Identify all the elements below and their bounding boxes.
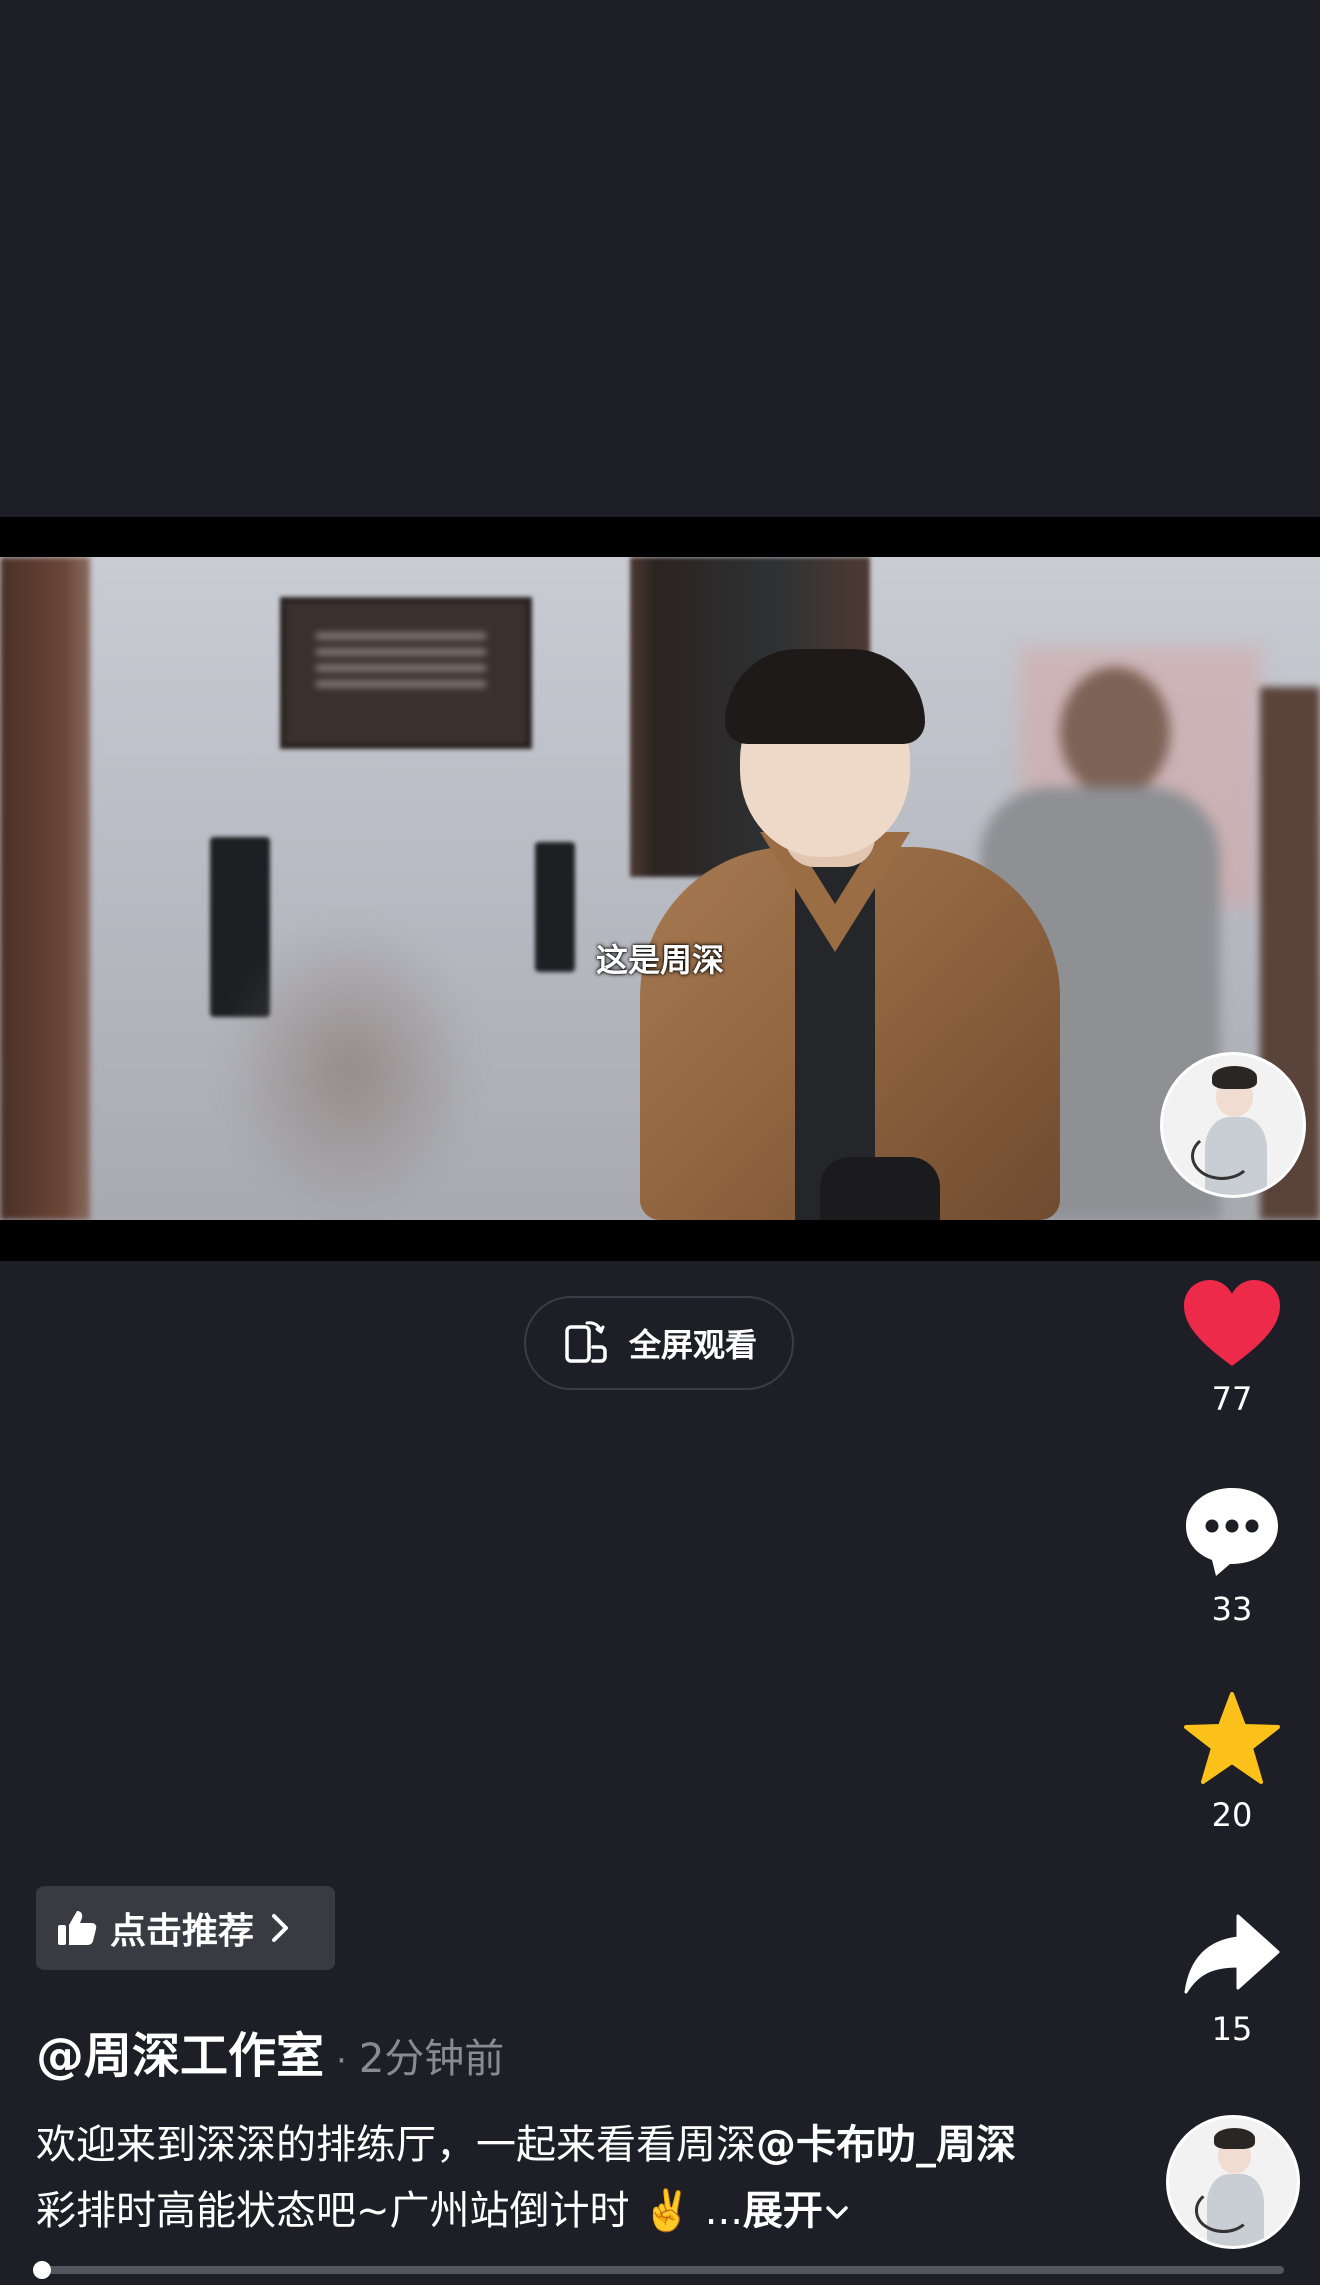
caption-ellipsis: ... (704, 2188, 743, 2234)
thumbs-up-icon (58, 1911, 97, 1945)
recommend-button[interactable]: 点击推荐 (36, 1886, 335, 1970)
mention-link[interactable]: @卡布叻_周深 (756, 2122, 1016, 2168)
fullscreen-button[interactable]: 全屏观看 (524, 1296, 794, 1390)
share-arrow-icon (1184, 1914, 1280, 1994)
chevron-right-icon (272, 1914, 289, 1942)
comment-button[interactable]: 33 (1170, 1484, 1294, 1628)
caption-text: 欢迎来到深深的排练厅，一起来看看周深 (36, 2122, 756, 2168)
expand-label: 展开 (742, 2188, 823, 2234)
author-name[interactable]: @周深工作室 (36, 2016, 324, 2086)
separator: · (336, 2041, 347, 2081)
share-button[interactable]: 15 (1170, 1912, 1294, 2048)
post-time: 2分钟前 (358, 2036, 505, 2082)
video-subtitle: 这是周深 (595, 941, 724, 979)
expand-button[interactable]: 展开 (743, 2188, 851, 2234)
music-disc-avatar[interactable] (1166, 2115, 1300, 2249)
like-count: 77 (1211, 1380, 1253, 1418)
share-count: 15 (1211, 2010, 1253, 2048)
video-player[interactable]: 这是周深 (0, 517, 1320, 1261)
post-caption: 欢迎来到深深的排练厅，一起来看看周深@卡布叻_周深 彩排时高能状态吧~广州站倒计… (36, 2112, 1056, 2244)
playback-progress-bar[interactable] (33, 2261, 1284, 2279)
comment-count: 33 (1211, 1590, 1253, 1628)
recommend-label: 点击推荐 (110, 1911, 255, 1952)
caption-text: 彩排时高能状态吧~广州站倒计时 (36, 2188, 630, 2234)
victory-hand-emoji: ✌️ (642, 2188, 693, 2234)
author-line: @周深工作室 · 2分钟前 (36, 2016, 504, 2086)
star-icon (1184, 1692, 1280, 1784)
progress-knob[interactable] (33, 2261, 52, 2279)
chevron-down-icon (826, 2206, 848, 2219)
music-avatar[interactable] (1160, 1052, 1306, 1198)
rotate-phone-icon (565, 1321, 607, 1363)
heart-icon (1184, 1280, 1280, 1366)
favorite-button[interactable]: 20 (1170, 1690, 1294, 1834)
fullscreen-label: 全屏观看 (628, 1326, 757, 1364)
video-frame[interactable]: 这是周深 (0, 557, 1320, 1220)
favorite-count: 20 (1211, 1796, 1253, 1834)
video-scene-door (0, 557, 90, 1220)
like-button[interactable]: 77 (1170, 1278, 1294, 1418)
comment-bubble-icon (1186, 1488, 1278, 1576)
video-scene-plaque (280, 597, 532, 749)
